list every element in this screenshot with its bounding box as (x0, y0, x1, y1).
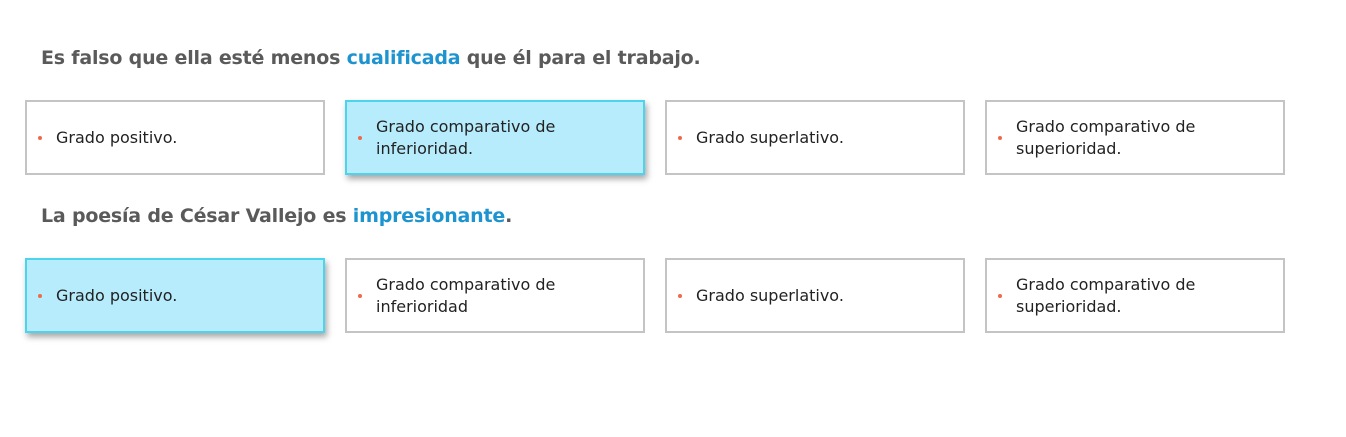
question-2-options: Grado positivo. Grado comparativo de inf… (25, 258, 1305, 333)
question-2-option-1[interactable]: Grado positivo. (25, 258, 325, 333)
question-1-text-before: Es falso que ella esté menos (41, 47, 347, 69)
question-1-option-2[interactable]: Grado comparativo de inferioridad. (345, 100, 645, 175)
option-label: Grado superlativo. (696, 285, 844, 305)
question-1-option-3[interactable]: Grado superlativo. (665, 100, 965, 175)
question-2-text: La poesía de César Vallejo es impresiona… (41, 205, 512, 227)
bullet-icon (678, 293, 682, 298)
option-label: Grado positivo. (56, 127, 178, 147)
option-label: Grado comparativo de superioridad. (1016, 116, 1196, 158)
bullet-icon (38, 293, 42, 298)
option-label: Grado comparativo de inferioridad. (376, 116, 556, 158)
bullet-icon (998, 135, 1002, 140)
option-label: Grado comparativo de superioridad. (1016, 274, 1196, 316)
question-1-text: Es falso que ella esté menos cualificada… (41, 47, 701, 69)
option-label: Grado positivo. (56, 285, 178, 305)
question-2-option-3[interactable]: Grado superlativo. (665, 258, 965, 333)
option-label: Grado comparativo de inferioridad (376, 274, 556, 316)
question-1-option-4[interactable]: Grado comparativo de superioridad. (985, 100, 1285, 175)
bullet-icon (678, 135, 682, 140)
bullet-icon (998, 293, 1002, 298)
question-2-highlight-word: impresionante (352, 205, 506, 227)
question-1-highlight-word: cualificada (346, 47, 461, 69)
bullet-icon (358, 135, 362, 140)
question-1-options: Grado positivo. Grado comparativo de inf… (25, 100, 1305, 175)
question-2-text-before: La poesía de César Vallejo es (41, 205, 353, 227)
bullet-icon (358, 293, 362, 298)
bullet-icon (38, 135, 42, 140)
question-2-text-after: . (505, 205, 513, 227)
option-label: Grado superlativo. (696, 127, 844, 147)
question-2-option-4[interactable]: Grado comparativo de superioridad. (985, 258, 1285, 333)
question-1-text-after: que él para el trabajo. (460, 47, 701, 69)
question-1-option-1[interactable]: Grado positivo. (25, 100, 325, 175)
question-2-option-2[interactable]: Grado comparativo de inferioridad (345, 258, 645, 333)
